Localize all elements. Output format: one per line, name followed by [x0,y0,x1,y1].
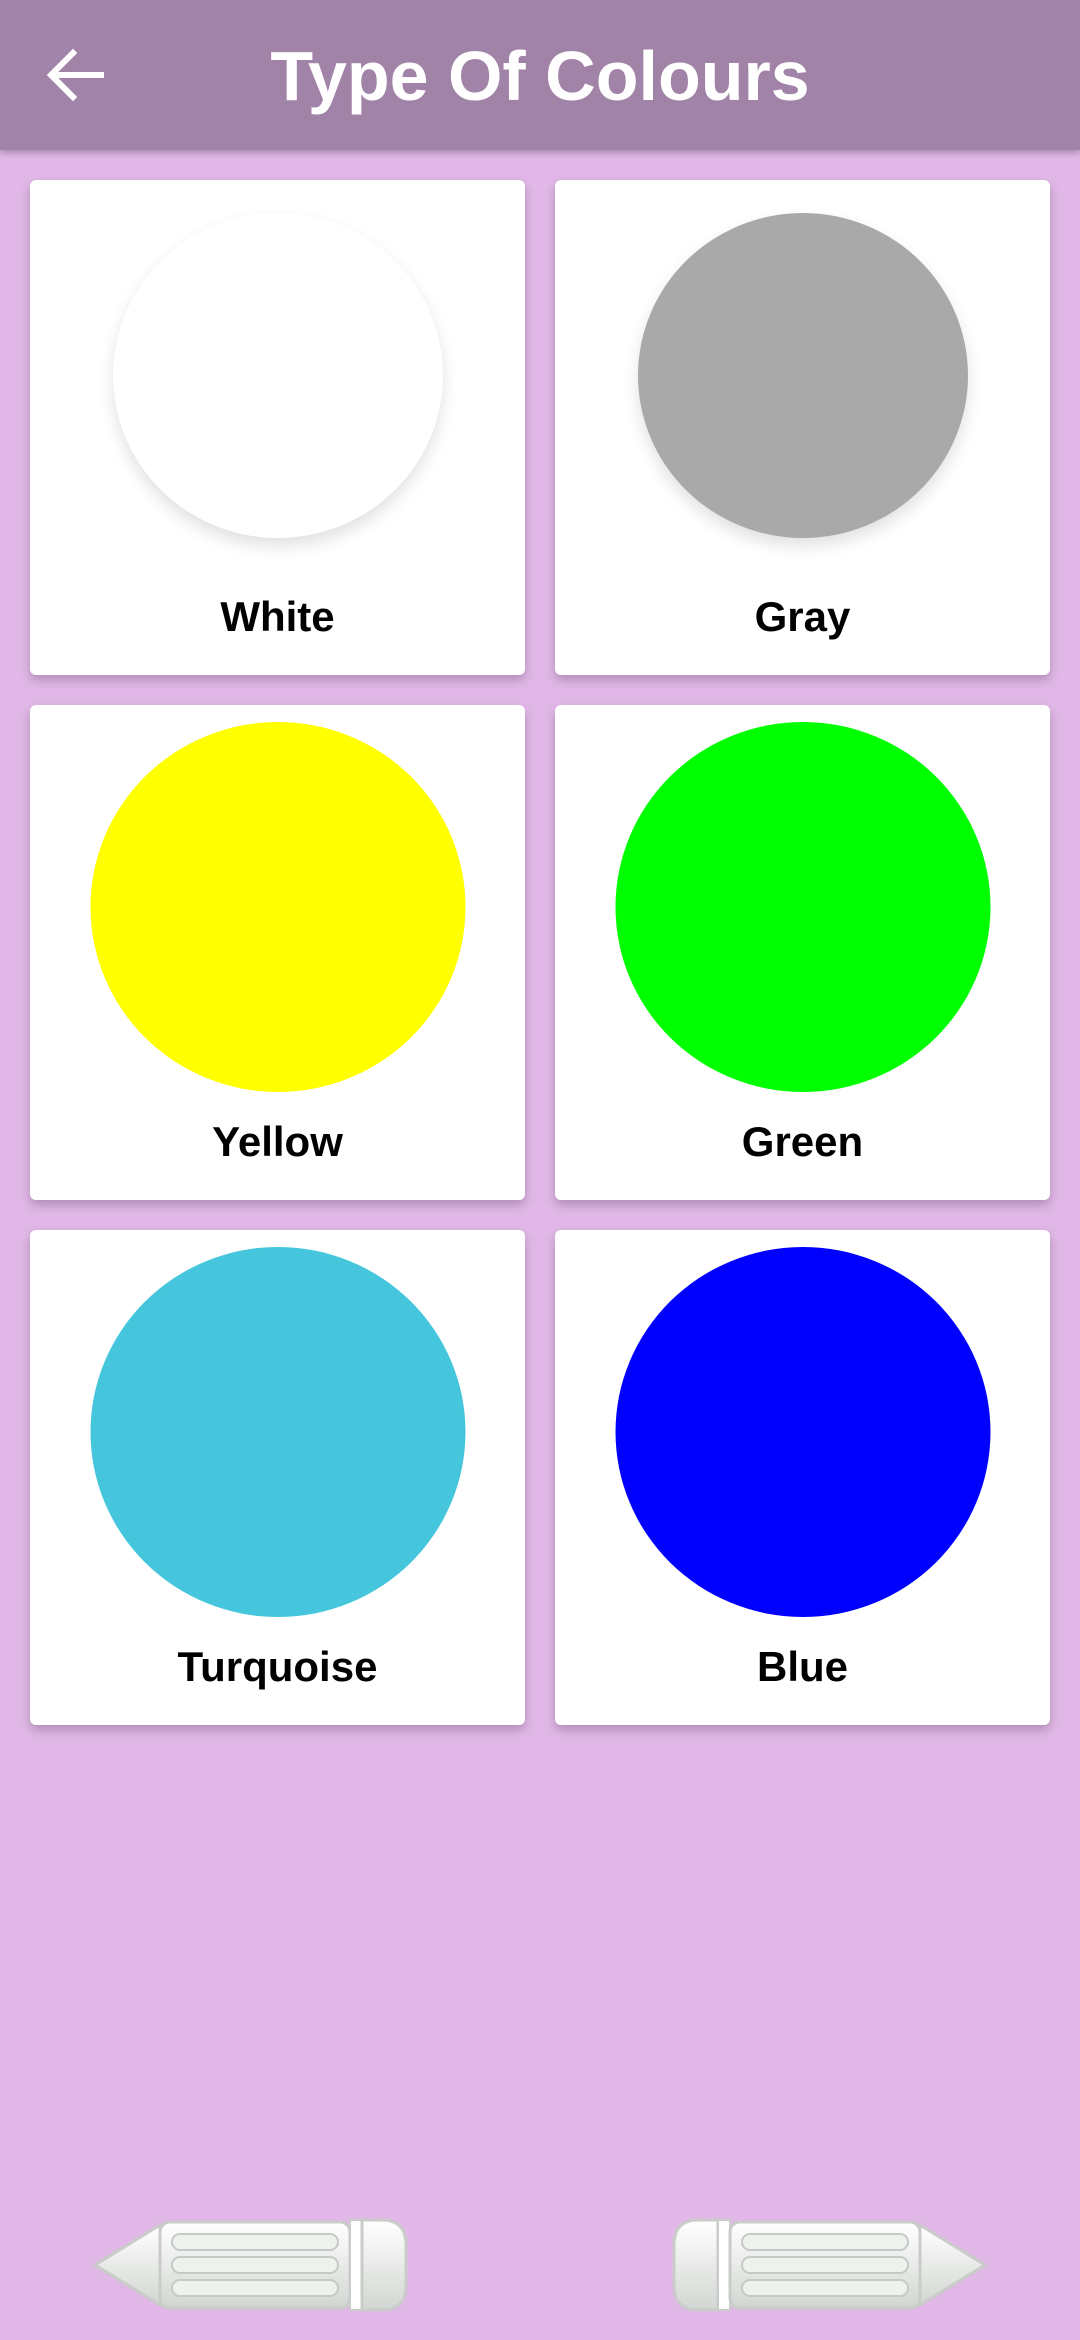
color-label: Turquoise [177,1643,378,1690]
color-swatch [615,722,990,1092]
color-card-white[interactable]: White [30,180,525,675]
previous-button[interactable] [90,2210,420,2320]
color-swatch [615,1247,990,1617]
color-card-green[interactable]: Green [555,705,1050,1200]
color-swatch [90,722,465,1092]
color-swatch [90,1247,465,1617]
pencil-right-icon [672,2218,988,2312]
color-label: Blue [756,1643,848,1690]
color-card-yellow[interactable]: Yellow [30,705,525,1200]
page-title: Type Of Colours [270,37,810,115]
color-card-blue[interactable]: Blue [555,1230,1050,1725]
color-label: White [220,593,335,640]
next-button[interactable] [660,2210,990,2320]
color-label: Yellow [212,1118,343,1165]
app-bar: Type Of Colours [0,0,1080,150]
color-swatch [112,213,443,538]
color-card-turquoise[interactable]: Turquoise [30,1230,525,1725]
color-grid: White Gray Yellow Green Turquoise Blue [30,180,1050,1725]
color-label: Green [741,1118,864,1165]
color-label: Gray [754,593,851,640]
color-swatch [637,213,968,538]
pencil-left-icon [92,2218,408,2312]
color-card-gray[interactable]: Gray [555,180,1050,675]
